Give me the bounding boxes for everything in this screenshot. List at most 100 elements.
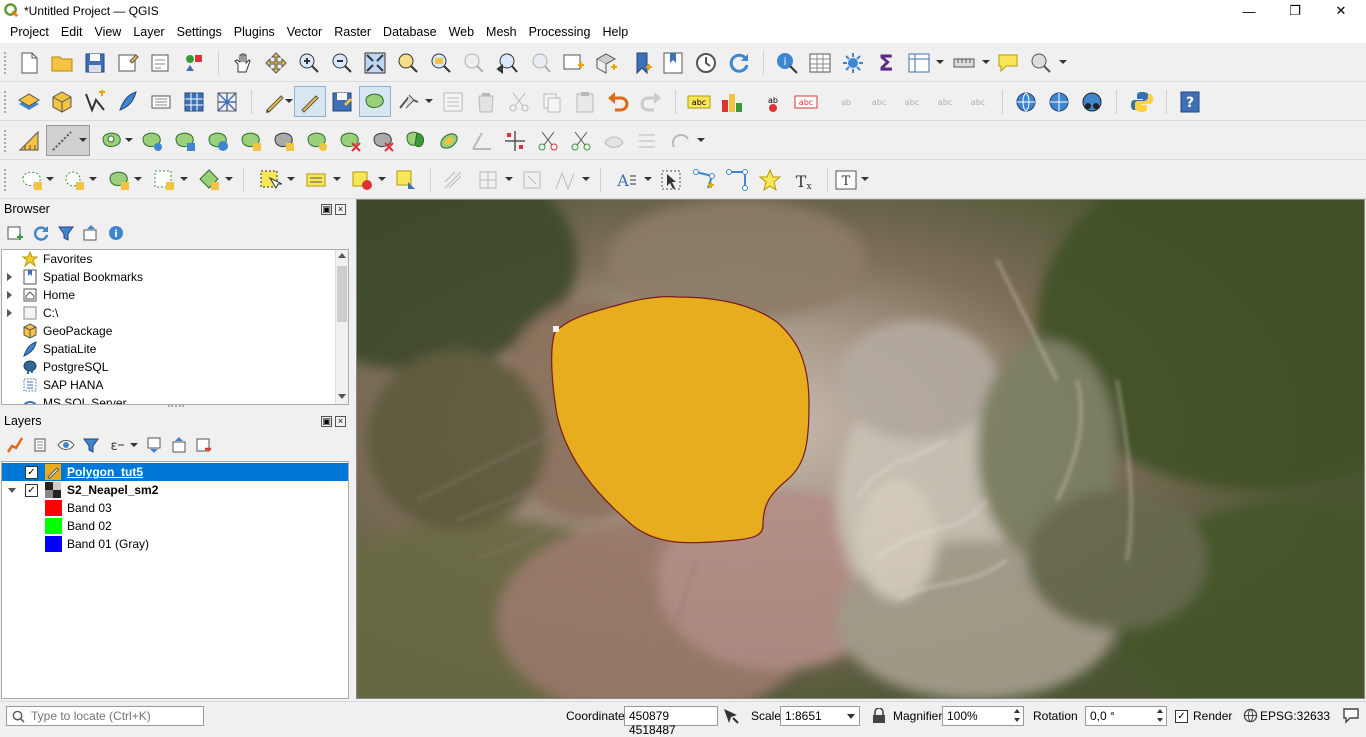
new-map-view-icon[interactable] bbox=[561, 51, 585, 75]
dropdown-arrow-icon[interactable] bbox=[378, 177, 386, 181]
map-canvas[interactable] bbox=[356, 199, 1365, 699]
text-annotation-icon[interactable] bbox=[258, 168, 282, 192]
rotate-point-symbols-icon[interactable] bbox=[470, 129, 494, 153]
toolbar-grip[interactable] bbox=[4, 52, 8, 74]
pan-icon[interactable] bbox=[231, 51, 255, 75]
mesh-digitize-icon[interactable] bbox=[476, 168, 500, 192]
reshape-features-icon[interactable] bbox=[272, 129, 296, 153]
dropdown-arrow-icon[interactable] bbox=[46, 177, 54, 181]
dropdown-arrow-icon[interactable] bbox=[697, 138, 705, 142]
highlight-pinned-label-icon[interactable]: ab bbox=[761, 90, 785, 114]
zoom-next-icon[interactable] bbox=[528, 51, 552, 75]
browser-scrollbar[interactable] bbox=[335, 250, 348, 404]
style-manager-icon[interactable] bbox=[182, 51, 206, 75]
new-project-icon[interactable] bbox=[17, 51, 41, 75]
vertex-tool-icon[interactable] bbox=[397, 90, 421, 114]
new-geopackage-layer-icon[interactable] bbox=[50, 90, 74, 114]
locator-settings-icon[interactable] bbox=[1029, 51, 1053, 75]
menu-view[interactable]: View bbox=[88, 22, 127, 43]
zoom-full-icon[interactable] bbox=[363, 51, 387, 75]
expand-arrow-icon[interactable] bbox=[7, 273, 12, 281]
split-features-icon[interactable] bbox=[338, 129, 362, 153]
layer-row-polygon-tut5[interactable]: ✓ Polygon_tut5 bbox=[2, 463, 348, 481]
dropdown-arrow-icon[interactable] bbox=[582, 177, 590, 181]
menu-layer[interactable]: Layer bbox=[127, 22, 170, 43]
change-label-icon[interactable]: abc bbox=[933, 90, 957, 114]
menu-vector[interactable]: Vector bbox=[281, 22, 328, 43]
select-by-value-icon[interactable] bbox=[62, 168, 86, 192]
zoom-to-layer-icon[interactable] bbox=[429, 51, 453, 75]
reverse-line-icon[interactable] bbox=[536, 129, 560, 153]
temporal-controller-icon[interactable] bbox=[694, 51, 718, 75]
menu-help[interactable]: Help bbox=[596, 22, 634, 43]
add-selected-layers-icon[interactable] bbox=[6, 224, 24, 242]
html-annotation-icon[interactable] bbox=[304, 168, 328, 192]
spin-down-icon[interactable] bbox=[1014, 718, 1020, 722]
layout-manager-icon[interactable] bbox=[149, 51, 173, 75]
browser-item-favorites[interactable]: Favorites bbox=[2, 250, 337, 268]
render-checkbox[interactable]: ✓ bbox=[1175, 710, 1188, 723]
text-icon[interactable]: Tx bbox=[791, 168, 815, 192]
current-edits-icon[interactable] bbox=[263, 90, 287, 114]
lock-icon[interactable] bbox=[872, 708, 886, 724]
select-all-icon[interactable] bbox=[152, 168, 176, 192]
collapse-all-icon[interactable] bbox=[82, 224, 100, 242]
locator-search-box[interactable] bbox=[6, 706, 204, 726]
dropdown-arrow-icon[interactable] bbox=[982, 60, 990, 64]
scale-combobox[interactable]: 1:8651 bbox=[780, 706, 860, 726]
select-pointer-icon[interactable] bbox=[659, 168, 683, 192]
add-group-icon[interactable] bbox=[32, 436, 50, 454]
dropdown-arrow-icon[interactable] bbox=[125, 138, 133, 142]
menu-edit[interactable]: Edit bbox=[55, 22, 89, 43]
toggle-editing-icon[interactable] bbox=[298, 90, 322, 114]
locator-input[interactable] bbox=[31, 709, 201, 723]
save-project-icon[interactable] bbox=[83, 51, 107, 75]
crs-label[interactable]: EPSG:32633 bbox=[1260, 709, 1330, 723]
browser-item-sap-hana[interactable]: SAP HANA bbox=[2, 376, 337, 394]
dropdown-arrow-icon[interactable] bbox=[644, 177, 652, 181]
open-field-calculator-icon[interactable] bbox=[907, 51, 931, 75]
statistical-summary-icon[interactable]: Σ bbox=[874, 51, 898, 75]
spin-down-icon[interactable] bbox=[1157, 718, 1163, 722]
show-spatial-bookmarks-icon[interactable] bbox=[661, 51, 685, 75]
dropdown-arrow-icon[interactable] bbox=[225, 177, 233, 181]
zoom-out-icon[interactable] bbox=[330, 51, 354, 75]
dropdown-arrow-icon[interactable] bbox=[425, 99, 433, 103]
add-vertex-icon[interactable] bbox=[692, 168, 716, 192]
messages-icon[interactable] bbox=[1342, 707, 1360, 724]
save-layer-edits-icon[interactable] bbox=[330, 90, 354, 114]
add-raster-icon[interactable] bbox=[182, 90, 206, 114]
help-icon[interactable]: ? bbox=[1178, 90, 1202, 114]
dropdown-arrow-icon[interactable] bbox=[861, 177, 869, 181]
mesh-transform-icon[interactable] bbox=[520, 168, 544, 192]
close-button[interactable]: ✕ bbox=[1318, 0, 1364, 22]
rotate-features-icon[interactable] bbox=[635, 129, 659, 153]
copy-features-icon[interactable] bbox=[540, 90, 564, 114]
label-toolbar-icon[interactable]: abc bbox=[687, 90, 711, 114]
dropdown-arrow-icon[interactable] bbox=[79, 138, 87, 142]
magnifier-spinbox[interactable]: 100% bbox=[942, 706, 1024, 726]
add-ring-icon[interactable] bbox=[100, 129, 124, 153]
fill-ring-icon[interactable] bbox=[173, 129, 197, 153]
new-3d-map-view-icon[interactable] bbox=[594, 51, 618, 75]
map-tips-icon[interactable] bbox=[996, 51, 1020, 75]
spin-up-icon[interactable] bbox=[1157, 709, 1163, 713]
dropdown-arrow-icon[interactable] bbox=[134, 177, 142, 181]
data-source-manager-icon[interactable] bbox=[17, 90, 41, 114]
manage-visibility-icon[interactable] bbox=[57, 436, 75, 454]
star-icon[interactable] bbox=[758, 168, 782, 192]
properties-info-icon[interactable]: i bbox=[107, 224, 125, 242]
add-mesh-icon[interactable] bbox=[215, 90, 239, 114]
browser-item-geopackage[interactable]: GeoPackage bbox=[2, 322, 337, 340]
undo-icon[interactable] bbox=[606, 90, 630, 114]
dropdown-arrow-icon[interactable] bbox=[89, 177, 97, 181]
add-node-icon[interactable] bbox=[725, 168, 749, 192]
add-polygon-icon[interactable] bbox=[363, 90, 387, 114]
filter-legend-icon[interactable] bbox=[82, 436, 100, 454]
text-format-icon[interactable]: T bbox=[834, 168, 858, 192]
toolbar-grip[interactable] bbox=[4, 130, 8, 152]
menu-settings[interactable]: Settings bbox=[171, 22, 228, 43]
digitizing-tools-icon[interactable] bbox=[50, 129, 74, 153]
expand-arrow-icon[interactable] bbox=[7, 291, 12, 299]
browser-item-spatial-bookmarks[interactable]: Spatial Bookmarks bbox=[2, 268, 337, 286]
